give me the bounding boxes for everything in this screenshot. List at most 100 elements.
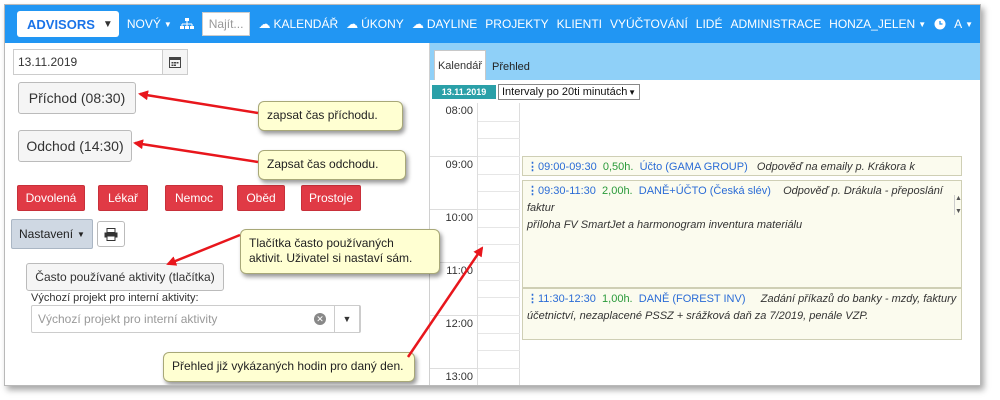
tab-kalendar[interactable]: Kalendář: [434, 50, 486, 80]
font-size-menu[interactable]: A ▼: [954, 17, 973, 31]
calendar-event[interactable]: ⋮11:30-12:30 1,00h. DANĚ (FOREST INV) Za…: [522, 288, 962, 340]
company-switcher[interactable]: ADVISORS ▼: [17, 11, 119, 37]
calendar-event[interactable]: ⋮09:30-11:30 2,00h. DANĚ+ÚČTO (Česká slé…: [522, 180, 962, 288]
new-menu-label: NOVÝ: [126, 17, 161, 31]
date-input[interactable]: 13.11.2019: [13, 49, 163, 75]
time-label: 10:00: [445, 212, 473, 224]
nav-item-label: ÚKONY: [361, 17, 404, 31]
time-label: 13:00: [445, 371, 473, 383]
logo-icon: ☁: [411, 17, 424, 31]
user-name: HONZA_JELEN: [829, 17, 916, 31]
nav-item-kalendar[interactable]: ☁ KALENDÁŘ: [258, 17, 338, 31]
absence-button-prostoje[interactable]: Prostoje: [301, 185, 361, 211]
nav-item-label: KALENDÁŘ: [273, 17, 339, 31]
default-project-select[interactable]: Výchozí projekt pro interní aktivity ✕ ▼: [31, 305, 361, 333]
time-label: 11:00: [446, 265, 473, 277]
event-hours: 2,00h.: [602, 185, 633, 197]
default-project-label: Výchozí projekt pro interní aktivity:: [31, 292, 199, 304]
caret-down-icon[interactable]: ▼: [334, 305, 360, 333]
top-navbar: ADVISORS ▼ NOVÝ ▼ Najít... ☁ KALENDÁŘ ☁ ÚK…: [5, 5, 980, 43]
departure-button[interactable]: Odchod (14:30): [18, 130, 132, 162]
print-icon[interactable]: [97, 221, 125, 247]
settings-label: Nastavení: [19, 227, 74, 241]
absence-button-nemoc[interactable]: Nemoc: [165, 185, 223, 211]
event-time: 09:30-11:30: [538, 185, 596, 197]
slot-line: [478, 156, 520, 157]
calendar-event[interactable]: ⋮09:00-09:30 0,50h. Účto (GAMA GROUP) Od…: [522, 156, 962, 176]
tab-prehled[interactable]: Přehled: [492, 61, 530, 73]
settings-button[interactable]: Nastavení ▼: [11, 219, 93, 249]
search-input[interactable]: Najít...: [201, 12, 251, 36]
event-hours: 0,50h.: [602, 161, 634, 173]
frequent-activities-button[interactable]: Často používané aktivity (tlačítka): [26, 263, 224, 291]
new-menu[interactable]: NOVÝ ▼: [127, 17, 172, 31]
hour-line: [430, 368, 478, 369]
caret-down-icon: ▼: [918, 19, 927, 29]
time-label: 09:00: [445, 159, 473, 171]
calendar-icon[interactable]: [162, 49, 188, 75]
absence-button-obed[interactable]: Oběd: [237, 185, 285, 211]
nav-item-administrace[interactable]: ADMINISTRACE: [730, 17, 821, 31]
font-size-label: A: [954, 17, 963, 31]
event-description: příloha FV SmartJet a harmonogram invent…: [527, 219, 803, 231]
logo-icon: ☁: [258, 17, 271, 31]
drag-handle-icon: ⋮: [527, 161, 538, 173]
arrival-button[interactable]: Příchod (08:30): [18, 82, 136, 114]
slot-line: [478, 350, 520, 352]
slot-line: [478, 138, 520, 140]
event-hours: 1,00h.: [602, 293, 633, 305]
interval-value: Intervaly po 20ti minutách: [502, 86, 628, 98]
slot-line: [478, 368, 520, 369]
drag-handle-icon: ⋮: [527, 185, 538, 197]
hour-line: [430, 315, 478, 316]
slot-line: [478, 173, 520, 175]
slot-line: [478, 209, 520, 210]
event-scrollbar[interactable]: ▲ ▼: [954, 195, 962, 215]
slot-line: [478, 226, 520, 228]
nav-item-projekty[interactable]: PROJEKTY: [485, 17, 548, 31]
clear-icon[interactable]: ✕: [314, 313, 326, 325]
caret-down-icon: ▼: [163, 19, 172, 29]
company-name: ADVISORS: [27, 16, 95, 32]
date-badge: 13.11.2019: [432, 85, 496, 99]
nav-item-vyuctovani[interactable]: VYÚČTOVÁNÍ: [610, 17, 688, 31]
event-time: 11:30-12:30: [538, 293, 596, 305]
clock-icon[interactable]: [934, 18, 946, 30]
slot-line: [478, 332, 520, 334]
slot-line: [478, 297, 520, 299]
absence-button-lekar[interactable]: Lékař: [98, 185, 148, 211]
interval-select[interactable]: Intervaly po 20ti minutách ▼: [498, 84, 640, 100]
nav-item-label: DAYLINE: [426, 17, 478, 31]
slot-line: [478, 262, 520, 263]
calendar-panel: Kalendář Přehled 13.11.2019 Intervaly po…: [429, 43, 980, 385]
caret-down-icon: ▼: [77, 229, 85, 239]
slot-line: [478, 244, 520, 246]
nav-item-dayline[interactable]: ☁ DAYLINE: [412, 17, 477, 31]
slot-column: [478, 103, 520, 385]
slot-line: [478, 315, 520, 316]
time-label: 12:00: [445, 318, 473, 330]
slot-line: [478, 191, 520, 193]
drag-handle-icon: ⋮: [527, 293, 538, 305]
slot-line: [478, 279, 520, 281]
user-menu[interactable]: HONZA_JELEN ▼: [829, 17, 926, 31]
nav-item-lide[interactable]: LIDÉ: [696, 17, 723, 31]
nav-item-klienti[interactable]: KLIENTI: [557, 17, 602, 31]
callout-frequent: Tlačítka často používaných aktivit. Uživ…: [240, 229, 440, 274]
app-window: ADVISORS ▼ NOVÝ ▼ Najít... ☁ KALENDÁŘ ☁ ÚK…: [4, 4, 981, 386]
callout-overview: Přehled již vykázaných hodin pro daný de…: [163, 352, 415, 382]
sitemap-icon[interactable]: [179, 18, 194, 30]
slot-line: [478, 120, 520, 122]
caret-down-icon: ▼: [628, 87, 636, 97]
hour-line: [430, 156, 478, 157]
event-project: DANĚ (FOREST INV): [638, 293, 746, 305]
caret-down-icon: ▼: [965, 19, 974, 29]
event-description: účetnictví, nezaplacené PSSZ + srážková …: [527, 310, 869, 322]
event-description: Zadání příkazů do banky - mzdy, faktury: [760, 293, 957, 305]
logo-icon: ☁: [346, 17, 359, 31]
absence-button-dovolena[interactable]: Dovolená: [17, 185, 85, 211]
event-project: Účto (GAMA GROUP): [639, 161, 748, 173]
default-project-placeholder: Výchozí projekt pro interní aktivity: [38, 312, 218, 326]
event-project: DANĚ+ÚČTO (Česká slév): [638, 185, 771, 197]
nav-item-ukony[interactable]: ☁ ÚKONY: [346, 17, 404, 31]
